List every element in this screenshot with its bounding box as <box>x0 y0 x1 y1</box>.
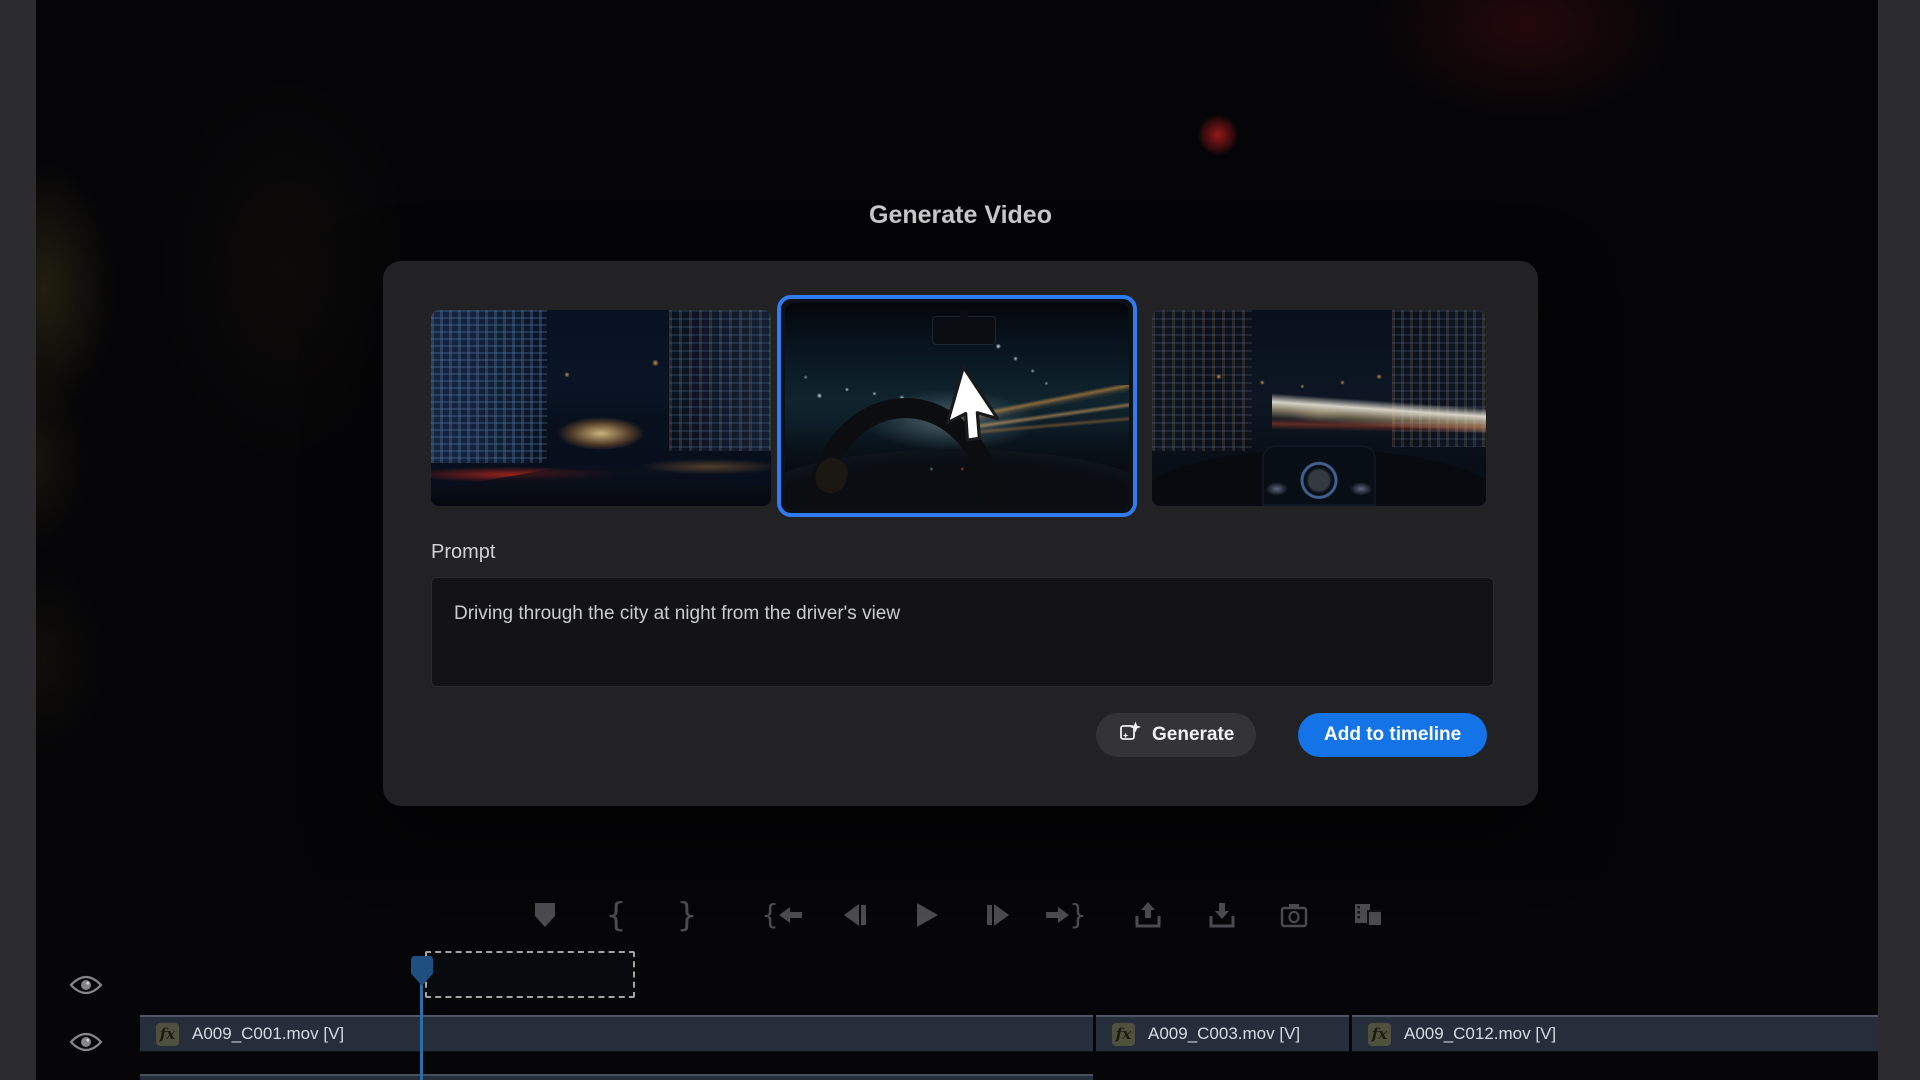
clip-label: A009_C003.mov [V] <box>1148 1024 1301 1043</box>
thumb3-buildings-left <box>1152 310 1253 452</box>
thumb3-buildings-right <box>1392 310 1486 448</box>
app-window: Generate Video Prompt Driving through th… <box>0 0 1920 1080</box>
prompt-input[interactable]: Driving through the city at night from t… <box>431 577 1494 687</box>
thumbnail-over-wheel-city[interactable] <box>1152 310 1486 506</box>
mark-out-button[interactable]: } <box>677 898 698 932</box>
comparison-view-button[interactable] <box>1353 898 1383 932</box>
step-forward-button[interactable] <box>984 898 1012 932</box>
thumb1-buildings-left <box>431 310 547 463</box>
fx-badge: fx <box>1368 1022 1391 1046</box>
export-frame-button[interactable] <box>1280 898 1308 932</box>
dialog-title: Generate Video <box>869 201 1052 229</box>
thumb1-light-glow <box>431 310 771 506</box>
thumb1-car-hood <box>431 464 771 506</box>
left-panel-edge <box>0 0 36 1080</box>
add-to-timeline-label: Add to timeline <box>1324 724 1462 745</box>
play-button[interactable] <box>914 898 940 932</box>
prompt-label: Prompt <box>431 541 496 563</box>
thumbnail-city-street[interactable] <box>431 310 771 506</box>
mark-in-button[interactable]: { <box>606 898 627 932</box>
generate-sparkle-icon <box>1118 720 1142 750</box>
thumb3-light-streak <box>1272 392 1486 440</box>
generate-button-label: Generate <box>1152 724 1235 745</box>
thumb3-gauge-cluster <box>1262 445 1376 506</box>
generate-button[interactable]: Generate <box>1096 713 1257 757</box>
track-v2-visibility-toggle[interactable] <box>68 973 104 997</box>
pending-clip-placeholder <box>425 951 635 998</box>
thumb1-buildings-right <box>669 310 771 452</box>
step-back-button[interactable] <box>841 898 869 932</box>
right-panel-edge <box>1878 0 1920 1080</box>
timeline-clip-3[interactable]: fx A009_C012.mov [V] <box>1352 1015 1878 1052</box>
add-to-timeline-button[interactable]: Add to timeline <box>1298 713 1488 757</box>
timeline-clip-1[interactable]: fx A009_C001.mov [V] <box>140 1015 1093 1052</box>
audio-track-clip-edge[interactable] <box>140 1074 1093 1080</box>
track-v1-visibility-toggle[interactable] <box>68 1030 104 1054</box>
clip-label: A009_C012.mov [V] <box>1404 1024 1557 1043</box>
fx-badge: fx <box>156 1022 179 1046</box>
thumb2-rearview-mirror <box>932 310 995 345</box>
fx-badge: fx <box>1112 1022 1135 1046</box>
extract-button[interactable] <box>1208 898 1236 932</box>
go-to-out-button[interactable]: } <box>1045 898 1087 932</box>
thumb3-street-lamps <box>1152 310 1486 506</box>
playhead-line[interactable] <box>420 984 423 1080</box>
add-marker-button[interactable] <box>534 898 556 932</box>
thumb3-dashboard <box>1152 449 1486 506</box>
go-to-in-button[interactable]: { <box>761 898 803 932</box>
prompt-text: Driving through the city at night from t… <box>454 603 901 624</box>
timeline-clip-2[interactable]: fx A009_C003.mov [V] <box>1096 1015 1349 1052</box>
lift-button[interactable] <box>1134 898 1162 932</box>
clip-label: A009_C001.mov [V] <box>192 1024 345 1043</box>
